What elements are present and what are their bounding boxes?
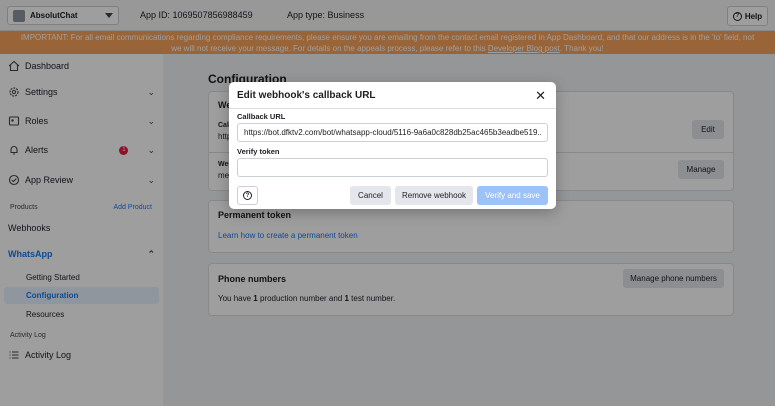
cancel-button[interactable]: Cancel: [350, 186, 391, 205]
question-icon: ?: [243, 191, 252, 200]
edit-webhook-dialog: Edit webhook's callback URL ✕ Callback U…: [229, 82, 556, 209]
close-icon[interactable]: ✕: [535, 88, 546, 104]
verify-and-save-button[interactable]: Verify and save: [477, 186, 548, 205]
dialog-title: Edit webhook's callback URL: [237, 90, 376, 101]
callback-url-label: Callback URL: [237, 112, 286, 121]
callback-url-input[interactable]: [237, 123, 548, 142]
remove-webhook-button[interactable]: Remove webhook: [395, 186, 473, 205]
verify-token-input[interactable]: [237, 158, 548, 177]
verify-token-label: Verify token: [237, 147, 280, 156]
dialog-divider: [229, 108, 556, 109]
dialog-help-button[interactable]: ?: [237, 186, 258, 205]
